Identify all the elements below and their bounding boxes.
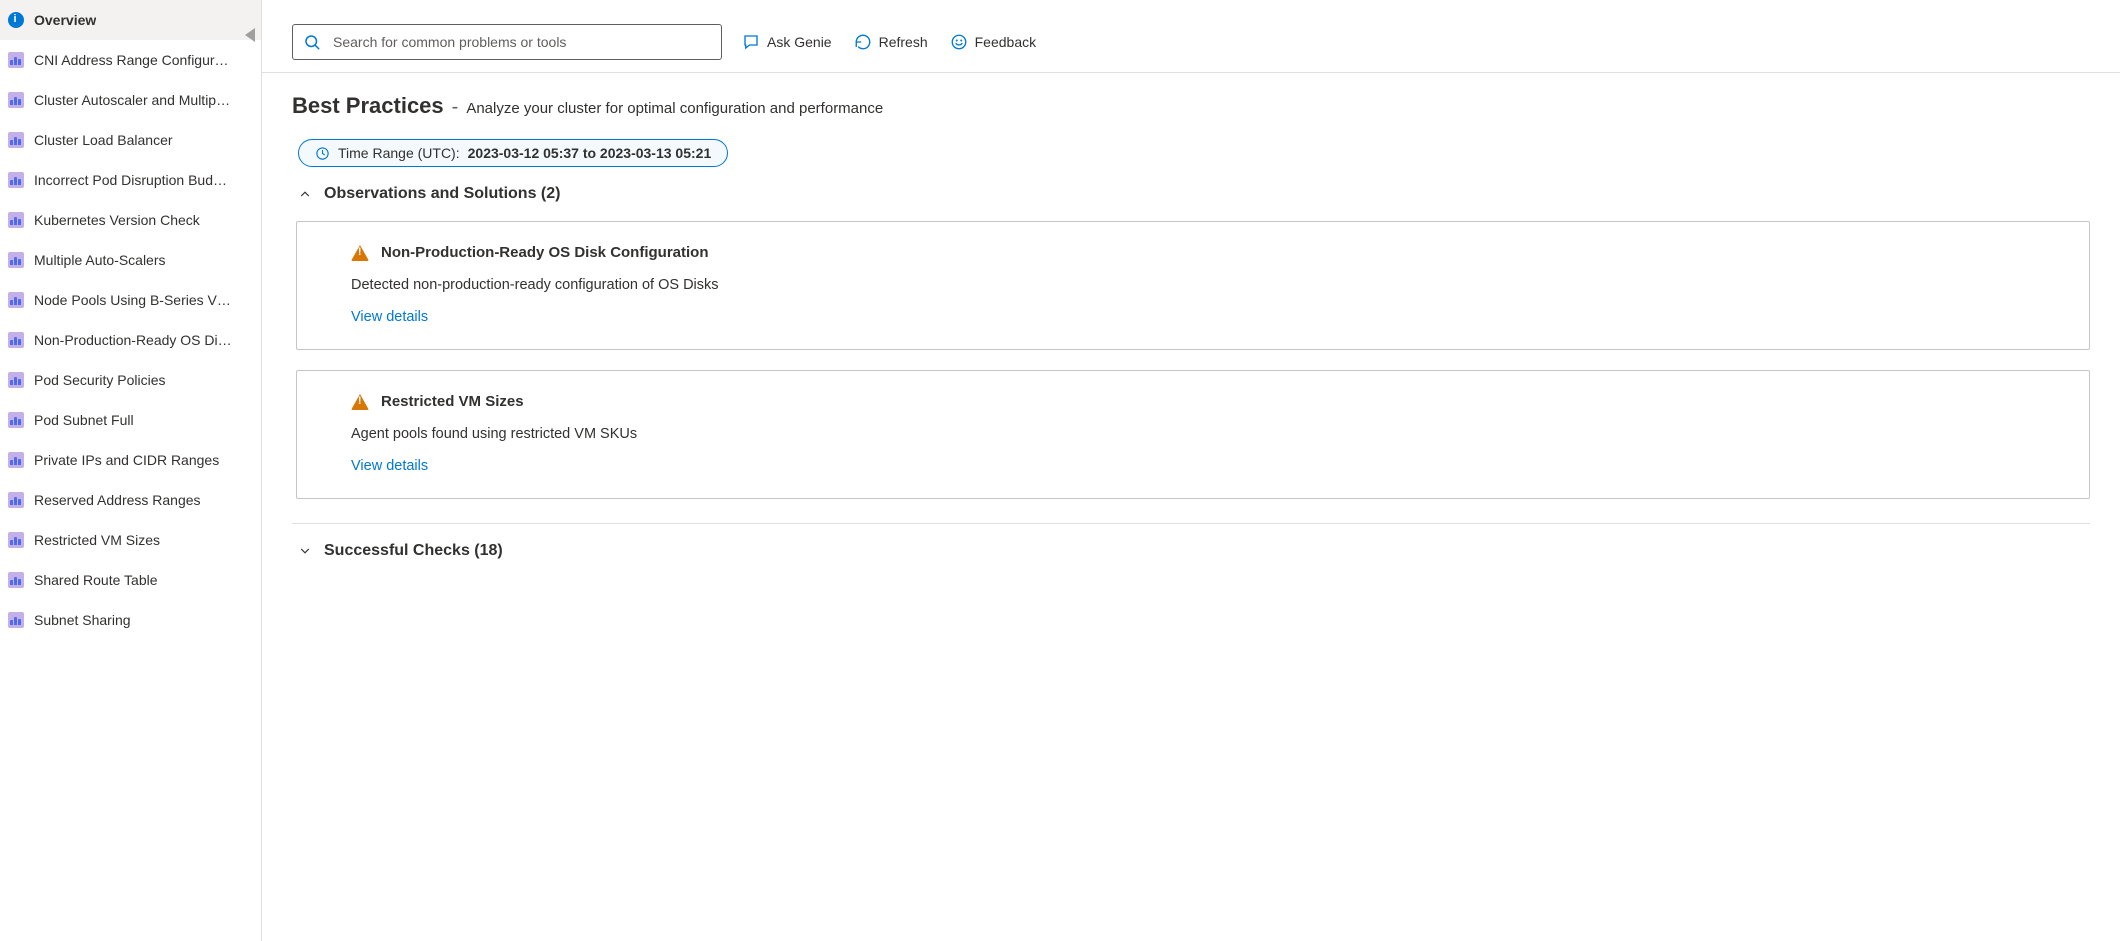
sidebar-item-shared-route-table[interactable]: Shared Route Table	[0, 560, 261, 600]
search-box[interactable]	[292, 24, 722, 60]
chart-icon	[8, 532, 24, 548]
chart-icon	[8, 132, 24, 148]
chart-icon	[8, 92, 24, 108]
sidebar-item-label: CNI Address Range Configur…	[34, 52, 229, 68]
observations-section: Observations and Solutions (2) Non-Produ…	[292, 167, 2090, 524]
chart-icon	[8, 172, 24, 188]
sidebar-item-label: Incorrect Pod Disruption Bud…	[34, 172, 227, 188]
view-details-link[interactable]: View details	[351, 458, 2061, 474]
chart-icon	[8, 52, 24, 68]
sidebar-item-label: Cluster Autoscaler and Multip…	[34, 92, 230, 108]
sidebar-item-non-production-os-disk[interactable]: Non-Production-Ready OS Di…	[0, 320, 261, 360]
sidebar-item-node-pools-b-series[interactable]: Node Pools Using B-Series V…	[0, 280, 261, 320]
chart-icon	[8, 572, 24, 588]
sidebar-item-label: Subnet Sharing	[34, 612, 131, 628]
sidebar-item-label: Kubernetes Version Check	[34, 212, 200, 228]
sidebar-item-cluster-autoscaler[interactable]: Cluster Autoscaler and Multip…	[0, 80, 261, 120]
sidebar: Overview CNI Address Range Configur… Clu…	[0, 0, 262, 941]
feedback-button[interactable]: Feedback	[948, 29, 1038, 55]
page-title-separator: -	[452, 96, 459, 119]
time-range-row: Time Range (UTC): 2023-03-12 05:37 to 20…	[292, 139, 2090, 167]
sidebar-item-label: Reserved Address Ranges	[34, 492, 201, 508]
successful-checks-header[interactable]: Successful Checks (18)	[292, 542, 2090, 560]
content: Best Practices - Analyze your cluster fo…	[262, 73, 2120, 624]
sidebar-item-pod-security-policies[interactable]: Pod Security Policies	[0, 360, 261, 400]
chart-icon	[8, 412, 24, 428]
sidebar-item-pod-subnet-full[interactable]: Pod Subnet Full	[0, 400, 261, 440]
time-range-value: 2023-03-12 05:37 to 2023-03-13 05:21	[468, 145, 712, 161]
successful-checks-section: Successful Checks (18)	[292, 524, 2090, 584]
sidebar-item-overview[interactable]: Overview	[0, 0, 261, 40]
app-root: Overview CNI Address Range Configur… Clu…	[0, 0, 2120, 941]
observation-card: Non-Production-Ready OS Disk Configurati…	[296, 221, 2090, 350]
sidebar-item-label: Pod Subnet Full	[34, 412, 134, 428]
sidebar-item-label: Overview	[34, 12, 96, 28]
card-title-row: Restricted VM Sizes	[351, 393, 2061, 410]
sidebar-item-label: Pod Security Policies	[34, 372, 166, 388]
sidebar-item-label: Node Pools Using B-Series V…	[34, 292, 231, 308]
card-title: Non-Production-Ready OS Disk Configurati…	[381, 244, 709, 261]
time-range-pill[interactable]: Time Range (UTC): 2023-03-12 05:37 to 20…	[298, 139, 728, 167]
chevron-down-icon	[298, 544, 312, 558]
chart-icon	[8, 372, 24, 388]
chevron-up-icon	[298, 187, 312, 201]
warning-icon	[351, 245, 369, 261]
clock-icon	[315, 146, 330, 161]
topbar: Ask Genie Refresh Feedback	[262, 0, 2120, 73]
chart-icon	[8, 252, 24, 268]
chart-icon	[8, 212, 24, 228]
sidebar-item-cluster-load-balancer[interactable]: Cluster Load Balancer	[0, 120, 261, 160]
sidebar-item-restricted-vm-sizes[interactable]: Restricted VM Sizes	[0, 520, 261, 560]
chart-icon	[8, 612, 24, 628]
refresh-icon	[854, 33, 872, 51]
sidebar-item-label: Shared Route Table	[34, 572, 158, 588]
view-details-link[interactable]: View details	[351, 309, 2061, 325]
chart-icon	[8, 332, 24, 348]
sidebar-item-private-ips-cidr[interactable]: Private IPs and CIDR Ranges	[0, 440, 261, 480]
chat-icon	[742, 33, 760, 51]
refresh-button[interactable]: Refresh	[852, 29, 930, 55]
sidebar-item-label: Restricted VM Sizes	[34, 532, 160, 548]
page-subtitle: Analyze your cluster for optimal configu…	[466, 100, 883, 117]
search-input[interactable]	[331, 33, 711, 51]
successful-checks-title: Successful Checks (18)	[324, 542, 503, 560]
observations-header[interactable]: Observations and Solutions (2)	[292, 185, 2090, 203]
page-title: Best Practices	[292, 93, 444, 119]
sidebar-item-subnet-sharing[interactable]: Subnet Sharing	[0, 600, 261, 640]
refresh-label: Refresh	[879, 34, 928, 50]
sidebar-item-label: Multiple Auto-Scalers	[34, 252, 166, 268]
feedback-label: Feedback	[975, 34, 1036, 50]
card-desc: Agent pools found using restricted VM SK…	[351, 426, 2061, 442]
warning-icon	[351, 394, 369, 410]
observations-body: Non-Production-Ready OS Disk Configurati…	[292, 203, 2090, 499]
card-title: Restricted VM Sizes	[381, 393, 524, 410]
observations-title: Observations and Solutions (2)	[324, 185, 560, 203]
sidebar-item-kubernetes-version-check[interactable]: Kubernetes Version Check	[0, 200, 261, 240]
sidebar-item-label: Non-Production-Ready OS Di…	[34, 332, 232, 348]
sidebar-item-incorrect-pod-disruption[interactable]: Incorrect Pod Disruption Bud…	[0, 160, 261, 200]
chart-icon	[8, 292, 24, 308]
search-icon	[303, 33, 321, 51]
observation-card: Restricted VM Sizes Agent pools found us…	[296, 370, 2090, 499]
chart-icon	[8, 452, 24, 468]
page-heading: Best Practices - Analyze your cluster fo…	[292, 93, 2090, 119]
time-range-label: Time Range (UTC):	[338, 145, 460, 161]
ask-genie-label: Ask Genie	[767, 34, 832, 50]
sidebar-collapse-icon[interactable]	[245, 28, 255, 42]
card-title-row: Non-Production-Ready OS Disk Configurati…	[351, 244, 2061, 261]
sidebar-item-reserved-address-ranges[interactable]: Reserved Address Ranges	[0, 480, 261, 520]
info-icon	[8, 12, 24, 28]
ask-genie-button[interactable]: Ask Genie	[740, 29, 834, 55]
smile-icon	[950, 33, 968, 51]
main-area: Ask Genie Refresh Feedback Best Practice…	[262, 0, 2120, 941]
sidebar-item-label: Cluster Load Balancer	[34, 132, 173, 148]
sidebar-item-cni-address-range[interactable]: CNI Address Range Configur…	[0, 40, 261, 80]
chart-icon	[8, 492, 24, 508]
sidebar-item-multiple-auto-scalers[interactable]: Multiple Auto-Scalers	[0, 240, 261, 280]
card-desc: Detected non-production-ready configurat…	[351, 277, 2061, 293]
sidebar-item-label: Private IPs and CIDR Ranges	[34, 452, 219, 468]
